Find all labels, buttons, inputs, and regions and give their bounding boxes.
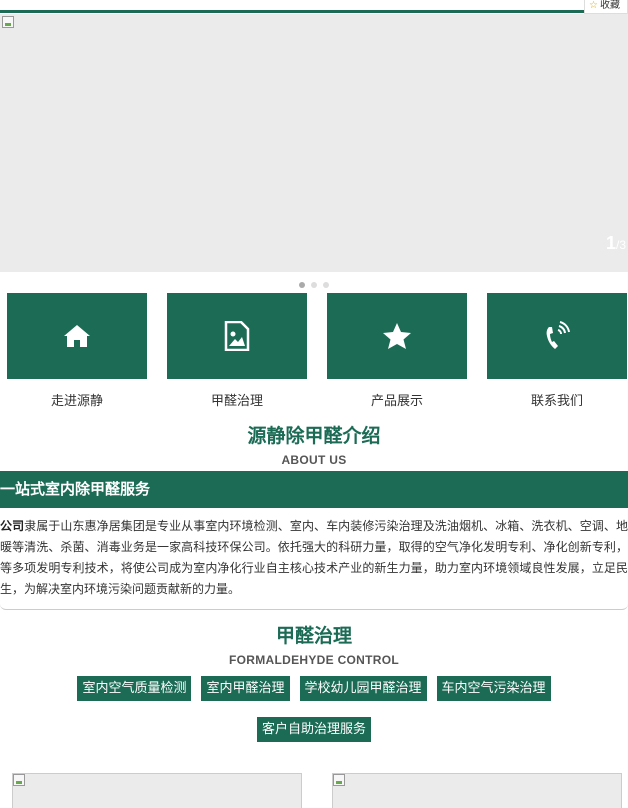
nav-tile[interactable] [7, 293, 147, 379]
about-paragraph: 公司隶属于山东惠净居集团是专业从事室内环境检测、室内、车内装修污染治理及洗油烟机… [0, 516, 628, 600]
slider-dots [0, 282, 628, 288]
service-tags-row2: 客户自助治理服务 [0, 717, 628, 742]
nav-item-formaldehyde[interactable]: 甲醛治理 [167, 293, 307, 409]
nav-label: 联系我们 [530, 394, 583, 409]
broken-image-icon [333, 774, 345, 786]
slide-total: /3 [615, 238, 626, 252]
formaldehyde-subtitle: FORMALDEHYDE CONTROL [229, 653, 399, 667]
star-icon: ☆ [589, 0, 598, 11]
about-bar-text: 一站式室内除甲醛服务 [0, 480, 151, 498]
tag-self-service[interactable]: 客户自助治理服务 [256, 717, 371, 742]
top-accent-line [0, 10, 628, 13]
phone-icon [546, 321, 570, 349]
nav-tile[interactable] [487, 293, 627, 379]
nav-item-contact[interactable]: 联系我们 [487, 293, 627, 409]
broken-image-icon [13, 774, 25, 786]
favorite-label: 收藏 [599, 0, 620, 11]
section-divider [0, 604, 628, 610]
about-subtitle: ABOUT US [281, 453, 347, 467]
tag-indoor-formaldehyde[interactable]: 室内甲醛治理 [201, 676, 290, 701]
about-company: 公司 [0, 519, 25, 533]
banner-slider[interactable]: 1/3 [0, 14, 628, 272]
nav-label: 甲醛治理 [210, 394, 263, 409]
slider-dot[interactable] [323, 282, 329, 288]
about-text: 隶属于山东惠净居集团是专业从事室内环境检测、室内、车内装修污染治理及洗油烟机、冰… [0, 519, 628, 596]
nav-item-about[interactable]: 走进源静 [7, 293, 147, 409]
slider-dot[interactable] [311, 282, 317, 288]
nav-label: 产品展示 [370, 394, 423, 409]
nav-tile[interactable] [167, 293, 307, 379]
about-title: 源静除甲醛介绍 [247, 425, 381, 447]
about-banner-bar: 一站式室内除甲醛服务 [0, 471, 628, 508]
nav-item-products[interactable]: 产品展示 [327, 293, 467, 409]
case-thumbnail[interactable] [12, 773, 302, 808]
star-icon [383, 323, 411, 349]
nav-label: 走进源静 [50, 394, 103, 409]
image-file-icon [224, 321, 250, 351]
tag-indoor-air-testing[interactable]: 室内空气质量检测 [77, 676, 192, 701]
broken-image-icon [2, 16, 14, 28]
case-thumbnail[interactable] [332, 773, 622, 808]
slider-dot[interactable] [299, 282, 305, 288]
slide-current: 1 [605, 233, 616, 253]
home-icon [64, 325, 90, 347]
tag-school-kindergarten[interactable]: 学校幼儿园甲醛治理 [299, 676, 427, 701]
tag-car-air[interactable]: 车内空气污染治理 [436, 676, 551, 701]
service-tags-row1: 室内空气质量检测 室内甲醛治理 学校幼儿园甲醛治理 车内空气污染治理 [0, 676, 628, 701]
slide-counter: 1/3 [606, 233, 626, 254]
nav-tile[interactable] [327, 293, 467, 379]
formaldehyde-title: 甲醛治理 [275, 625, 352, 647]
favorite-button[interactable]: ☆ 收藏 [584, 0, 628, 14]
